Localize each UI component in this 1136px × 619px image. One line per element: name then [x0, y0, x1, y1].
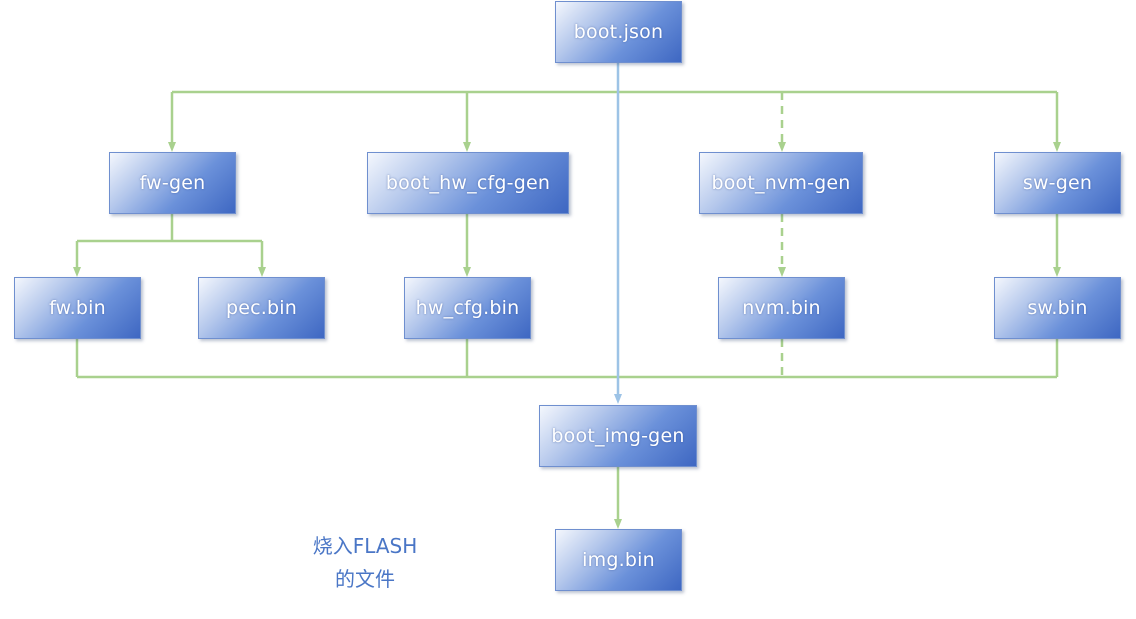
diagram-canvas: boot.json fw-gen boot_hw_cfg-gen boot_nv… — [0, 0, 1136, 619]
node-boot-img-gen: boot_img-gen — [539, 405, 697, 467]
node-boot-nvm-gen-label: boot_nvm-gen — [711, 172, 851, 194]
node-boot-nvm-gen: boot_nvm-gen — [699, 152, 863, 214]
node-sw-bin-label: sw.bin — [1027, 297, 1088, 319]
connectors — [73, 63, 1061, 529]
node-img-bin: img.bin — [555, 529, 682, 591]
node-fw-gen-label: fw-gen — [139, 172, 206, 194]
node-pec-bin-label: pec.bin — [225, 297, 298, 319]
node-boot-img-gen-label: boot_img-gen — [551, 425, 685, 447]
flash-note-line-1: 烧入FLASH — [312, 534, 418, 558]
node-pec-bin: pec.bin — [198, 277, 325, 339]
node-hw-cfg-bin: hw_cfg.bin — [404, 277, 531, 339]
flash-note: 烧入FLASH 的文件 — [290, 530, 440, 596]
node-boot-json-label: boot.json — [573, 21, 664, 43]
flash-note-line-2: 的文件 — [335, 567, 395, 591]
node-fw-bin-label: fw.bin — [49, 297, 106, 319]
node-fw-gen: fw-gen — [109, 152, 236, 214]
node-sw-gen-label: sw-gen — [1022, 172, 1093, 194]
node-sw-gen: sw-gen — [994, 152, 1121, 214]
node-hw-cfg-bin-label: hw_cfg.bin — [415, 297, 520, 319]
node-nvm-bin-label: nvm.bin — [742, 297, 821, 319]
node-boot-hw-cfg-gen-label: boot_hw_cfg-gen — [385, 172, 551, 194]
node-img-bin-label: img.bin — [582, 549, 655, 571]
node-boot-hw-cfg-gen: boot_hw_cfg-gen — [367, 152, 569, 214]
node-nvm-bin: nvm.bin — [718, 277, 845, 339]
node-fw-bin: fw.bin — [14, 277, 141, 339]
node-boot-json: boot.json — [555, 1, 682, 63]
node-sw-bin: sw.bin — [994, 277, 1121, 339]
edge-fw-gen-split — [77, 214, 262, 243]
